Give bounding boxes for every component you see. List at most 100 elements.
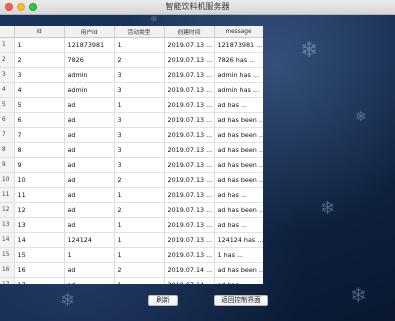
table-row[interactable]: 14 14 124124 1 2019.07.13 ... 124124 has ... <box>0 232 263 248</box>
cell-message[interactable]: ad has been ... <box>214 142 263 158</box>
cell-message[interactable]: ad has been ... <box>214 112 263 128</box>
cell-message[interactable]: 7826 has ... <box>214 52 263 68</box>
cell-create-time[interactable]: 2019.07.13 ... <box>164 202 215 218</box>
cell-message[interactable]: ad has ... <box>214 277 263 284</box>
cell-user-id[interactable]: 124124 <box>64 232 115 248</box>
cell-user-id[interactable]: ad <box>64 172 115 188</box>
cell-message[interactable]: admin has ... <box>214 67 263 83</box>
cell-message[interactable]: ad has been ... <box>214 127 263 143</box>
cell-user-id[interactable]: ad <box>64 202 115 218</box>
table-row[interactable]: 1 1 121873981 1 2019.07.13 ... 121873981 ... <box>0 37 263 53</box>
row-number[interactable]: 10 <box>0 172 15 188</box>
cell-user-id[interactable]: 1 <box>64 247 115 263</box>
cell-create-time[interactable]: 2019.07.13 ... <box>164 82 215 98</box>
cell-create-time[interactable]: 2019.07.13 ... <box>164 217 215 233</box>
cell-id[interactable]: 2 <box>14 52 65 68</box>
cell-id[interactable]: 5 <box>14 97 65 113</box>
cell-create-time[interactable]: 2019.07.13 ... <box>164 67 215 83</box>
row-number[interactable]: 7 <box>0 127 15 143</box>
cell-create-time[interactable]: 2019.07.13 ... <box>164 97 215 113</box>
cell-activity-type[interactable]: 1 <box>114 277 165 284</box>
column-header-id[interactable]: id <box>14 26 65 38</box>
cell-create-time[interactable]: 2019.07.13 ... <box>164 157 215 173</box>
cell-user-id[interactable]: ad <box>64 112 115 128</box>
table-row[interactable]: 3 3 admin 3 2019.07.13 ... admin has ... <box>0 67 263 83</box>
cell-id[interactable]: 12 <box>14 202 65 218</box>
column-header-user-id[interactable]: 用户id <box>64 26 115 38</box>
cell-activity-type[interactable]: 3 <box>114 67 165 83</box>
table-row[interactable]: 4 4 admin 3 2019.07.13 ... admin has ... <box>0 82 263 98</box>
row-number[interactable]: 5 <box>0 97 15 113</box>
row-number[interactable]: 14 <box>0 232 15 248</box>
cell-create-time[interactable]: 2019.07.13 ... <box>164 52 215 68</box>
row-number[interactable]: 13 <box>0 217 15 233</box>
cell-create-time[interactable]: 2019.07.13 ... <box>164 142 215 158</box>
row-number[interactable]: 3 <box>0 67 15 83</box>
row-number[interactable]: 1 <box>0 37 15 53</box>
cell-user-id[interactable]: ad <box>64 127 115 143</box>
row-number[interactable]: 9 <box>0 157 15 173</box>
table-row[interactable]: 1717ad12019.07.14 ...ad has ... <box>0 277 263 284</box>
row-number-header[interactable] <box>0 26 15 38</box>
cell-message[interactable]: 1 has ... <box>214 247 263 263</box>
cell-id[interactable]: 13 <box>14 217 65 233</box>
cell-activity-type[interactable]: 3 <box>114 127 165 143</box>
row-number[interactable]: 15 <box>0 247 15 263</box>
cell-user-id[interactable]: 121873981 <box>64 37 115 53</box>
cell-user-id[interactable]: admin <box>64 67 115 83</box>
column-header-activity-type[interactable]: 活动类型 <box>114 26 165 38</box>
cell-user-id[interactable]: 7826 <box>64 52 115 68</box>
refresh-button[interactable]: 刷新 <box>148 295 178 306</box>
cell-message[interactable]: admin has ... <box>214 82 263 98</box>
cell-id[interactable]: 8 <box>14 142 65 158</box>
cell-user-id[interactable]: ad <box>64 277 115 284</box>
cell-user-id[interactable]: ad <box>64 142 115 158</box>
column-header-message[interactable]: message <box>214 26 263 38</box>
cell-activity-type[interactable]: 1 <box>114 232 165 248</box>
cell-id[interactable]: 7 <box>14 127 65 143</box>
cell-activity-type[interactable]: 1 <box>114 217 165 233</box>
cell-create-time[interactable]: 2019.07.13 ... <box>164 232 215 248</box>
cell-id[interactable]: 1 <box>14 37 65 53</box>
cell-message[interactable]: ad has been ... <box>214 262 263 278</box>
row-number[interactable]: 16 <box>0 262 15 278</box>
table-row[interactable]: 10 10 ad 2 2019.07.13 ... ad has been ... <box>0 172 263 188</box>
cell-activity-type[interactable]: 1 <box>114 247 165 263</box>
cell-id[interactable]: 9 <box>14 157 65 173</box>
cell-create-time[interactable]: 2019.07.13 ... <box>164 37 215 53</box>
data-table[interactable]: id 用户id 活动类型 创建时间 message 1 1 121873981 1 20… <box>0 26 263 284</box>
row-number[interactable]: 12 <box>0 202 15 218</box>
table-row[interactable]: 8 8 ad 3 2019.07.13 ... ad has been ... <box>0 142 263 158</box>
cell-activity-type[interactable]: 2 <box>114 172 165 188</box>
cell-id[interactable]: 17 <box>14 277 65 284</box>
table-row[interactable]: 16 16 ad 2 2019.07.14 ... ad has been ... <box>0 262 263 278</box>
cell-user-id[interactable]: ad <box>64 187 115 203</box>
cell-create-time[interactable]: 2019.07.13 ... <box>164 172 215 188</box>
table-row[interactable]: 5 5 ad 1 2019.07.13 ... ad has ... <box>0 97 263 113</box>
cell-create-time[interactable]: 2019.07.14 ... <box>164 277 215 284</box>
cell-message[interactable]: ad has ... <box>214 187 263 203</box>
cell-activity-type[interactable]: 3 <box>114 157 165 173</box>
cell-id[interactable]: 3 <box>14 67 65 83</box>
cell-activity-type[interactable]: 2 <box>114 262 165 278</box>
cell-create-time[interactable]: 2019.07.13 ... <box>164 112 215 128</box>
cell-activity-type[interactable]: 2 <box>114 52 165 68</box>
table-row[interactable]: 7 7 ad 3 2019.07.13 ... ad has been ... <box>0 127 263 143</box>
cell-message[interactable]: 124124 has ... <box>214 232 263 248</box>
cell-message[interactable]: ad has been ... <box>214 202 263 218</box>
table-row[interactable]: 9 9 ad 3 2019.07.13 ... ad has been ... <box>0 157 263 173</box>
table-row[interactable]: 11 11 ad 1 2019.07.13 ... ad has ... <box>0 187 263 203</box>
table-row[interactable]: 15 15 1 1 2019.07.13 ... 1 has ... <box>0 247 263 263</box>
cell-activity-type[interactable]: 3 <box>114 142 165 158</box>
cell-message[interactable]: ad has been ... <box>214 157 263 173</box>
row-number[interactable]: 17 <box>0 277 15 284</box>
cell-message[interactable]: 121873981 ... <box>214 37 263 53</box>
table-row[interactable]: 13 13 ad 1 2019.07.13 ... ad has ... <box>0 217 263 233</box>
cell-activity-type[interactable]: 2 <box>114 202 165 218</box>
cell-user-id[interactable]: ad <box>64 97 115 113</box>
table-row[interactable]: 6 6 ad 3 2019.07.13 ... ad has been ... <box>0 112 263 128</box>
cell-id[interactable]: 16 <box>14 262 65 278</box>
cell-id[interactable]: 14 <box>14 232 65 248</box>
cell-id[interactable]: 10 <box>14 172 65 188</box>
row-number[interactable]: 11 <box>0 187 15 203</box>
